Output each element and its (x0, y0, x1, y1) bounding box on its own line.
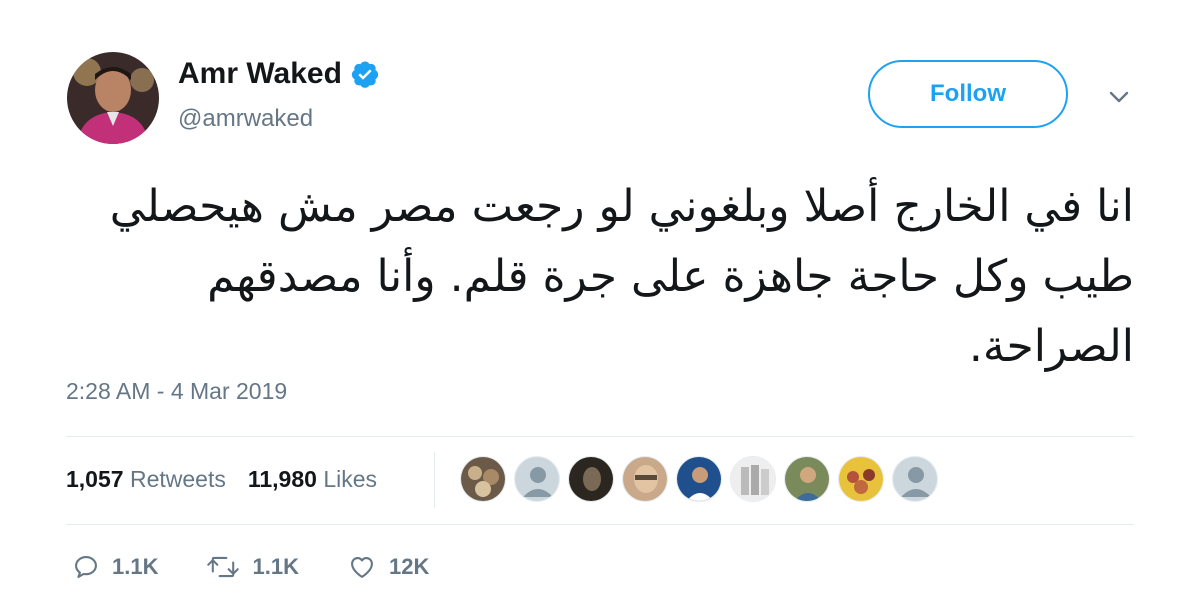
likes-label: Likes (323, 466, 378, 492)
divider-bottom (66, 524, 1134, 525)
liker-avatar[interactable] (622, 456, 668, 502)
liker-avatar[interactable] (460, 456, 506, 502)
retweet-icon (206, 553, 240, 581)
liker-avatar[interactable] (514, 456, 560, 502)
tweet-card: Amr Waked @amrwaked Follow انا في الخارج… (0, 0, 1200, 608)
like-button[interactable]: 12K (347, 552, 429, 582)
retweets-count: 1,057 (66, 466, 124, 492)
liker-avatar[interactable] (838, 456, 884, 502)
verified-badge-icon (350, 59, 380, 89)
divider-top (66, 436, 1134, 437)
retweet-button[interactable]: 1.1K (206, 552, 299, 582)
retweets-label: Retweets (129, 466, 226, 492)
tweet-stats: 1,057 Retweets 11,980 Likes (66, 462, 377, 496)
liker-avatar[interactable] (892, 456, 938, 502)
tweet-text: انا في الخارج أصلا وبلغوني لو رجعت مصر م… (109, 181, 1134, 372)
like-count: 12K (388, 554, 430, 579)
retweet-count: 1.1K (252, 554, 299, 579)
stats-separator (434, 452, 435, 508)
liker-avatar[interactable] (730, 456, 776, 502)
liker-avatar[interactable] (784, 456, 830, 502)
liker-avatars (460, 456, 938, 502)
reply-count: 1.1K (112, 554, 159, 579)
author-name-row[interactable]: Amr Waked (178, 56, 380, 92)
heart-icon (347, 553, 377, 581)
retweets-stat[interactable]: 1,057 Retweets (66, 462, 226, 496)
follow-button[interactable]: Follow (868, 60, 1068, 128)
reply-icon (72, 553, 100, 581)
chevron-down-icon[interactable] (1104, 82, 1134, 112)
reply-button[interactable]: 1.1K (72, 552, 158, 582)
liker-avatar[interactable] (676, 456, 722, 502)
author-avatar[interactable] (67, 52, 159, 144)
likes-stat[interactable]: 11,980 Likes (248, 462, 377, 496)
tweet-timestamp[interactable]: 2:28 AM - 4 Mar 2019 (66, 376, 287, 406)
liker-avatar[interactable] (568, 456, 614, 502)
author-handle[interactable]: @amrwaked (178, 104, 313, 134)
author-display-name[interactable]: Amr Waked (178, 56, 342, 92)
likes-count: 11,980 (247, 466, 317, 492)
tweet-actions: 1.1K 1.1K 12K (72, 552, 477, 582)
